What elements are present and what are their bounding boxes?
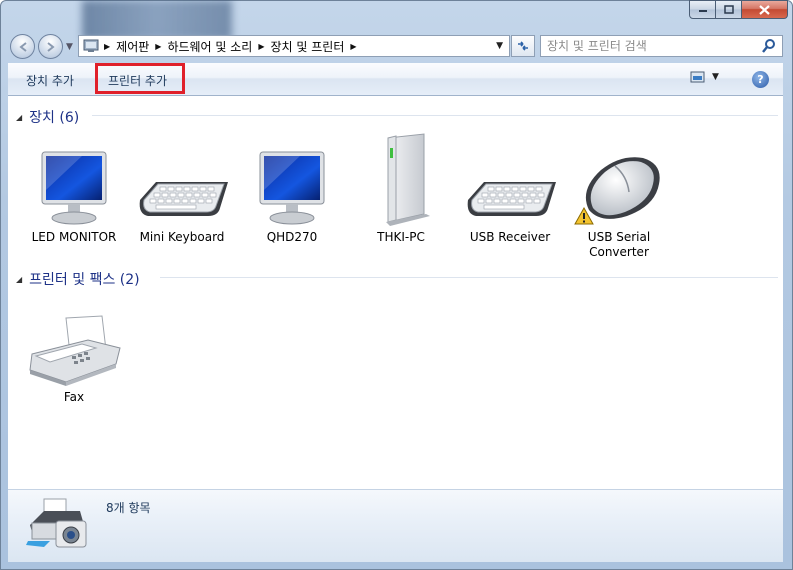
close-button[interactable] [742, 0, 788, 19]
back-button[interactable] [10, 34, 35, 59]
back-arrow-icon [18, 41, 27, 52]
forward-arrow-icon [46, 41, 55, 52]
search-input[interactable] [541, 38, 759, 54]
device-label: USB Serial Converter [587, 230, 651, 259]
address-dropdown-icon[interactable]: ▼ [490, 41, 509, 51]
change-view-button[interactable]: ▼ [690, 70, 719, 84]
device-label: LED MONITOR [31, 230, 117, 244]
help-icon[interactable]: ? [752, 71, 769, 88]
item-count: 8개 항목 [106, 501, 151, 515]
recent-pages-dropdown-icon[interactable]: ▼ [66, 42, 73, 52]
group-title-devices: 장치 (6) [29, 110, 80, 126]
refresh-icon [518, 41, 528, 51]
collapse-triangle-icon[interactable]: ◢ [16, 275, 22, 284]
view-icon [690, 71, 705, 83]
mouse-warning-icon [574, 157, 660, 225]
maximize-button[interactable] [716, 0, 742, 19]
title-bar-blurred [82, 0, 232, 40]
device-led-monitor[interactable]: LED MONITOR [24, 150, 124, 245]
collapse-triangle-icon[interactable]: ◢ [16, 113, 22, 122]
address-bar[interactable]: ▶ 제어판 ▶ 하드웨어 및 소리 ▶ 장치 및 프린터 ▶ ▼ [78, 35, 510, 57]
group-divider [92, 115, 778, 116]
device-label: QHD270 [266, 230, 318, 244]
breadcrumb-separator-icon[interactable]: ▶ [153, 42, 163, 51]
breadcrumb-devices-printers[interactable]: 장치 및 프린터 [267, 38, 349, 55]
details-pane: 8개 항목 [8, 489, 783, 562]
device-mini-keyboard[interactable]: Mini Keyboard [132, 150, 232, 245]
group-header-printers[interactable]: ◢ 프린터 및 팩스 (2) [16, 269, 140, 289]
window-controls [689, 0, 788, 19]
fax-icon [29, 315, 121, 386]
view-dropdown-icon[interactable]: ▼ [712, 72, 719, 82]
search-box[interactable] [540, 35, 783, 57]
group-title-printers: 프린터 및 팩스 (2) [29, 272, 140, 288]
keyboard-icon [139, 182, 228, 216]
printer-camera-icon [26, 498, 87, 548]
device-label: Mini Keyboard [139, 230, 225, 244]
device-usb-receiver[interactable]: USB Receiver [460, 150, 560, 245]
device-label: THKI-PC [377, 230, 425, 244]
printer-fax[interactable]: Fax [24, 314, 124, 405]
add-printer-highlight-box [95, 63, 185, 94]
search-icon[interactable] [761, 38, 777, 54]
device-usb-serial-converter[interactable]: USB Serial Converter [569, 150, 669, 260]
control-panel-icon [83, 39, 99, 52]
minimize-icon [698, 9, 707, 12]
device-thki-pc[interactable]: THKI-PC [351, 132, 451, 245]
breadcrumb-separator-icon[interactable]: ▶ [256, 42, 266, 51]
breadcrumb-control-panel[interactable]: 제어판 [112, 38, 153, 55]
forward-button[interactable] [38, 34, 63, 59]
breadcrumb-separator-icon[interactable]: ▶ [102, 42, 112, 51]
device-label: Fax [63, 390, 85, 404]
breadcrumb-hardware-sound[interactable]: 하드웨어 및 소리 [163, 38, 256, 55]
close-icon [759, 4, 770, 15]
group-header-devices[interactable]: ◢ 장치 (6) [16, 107, 79, 127]
monitor-icon [259, 151, 325, 225]
minimize-button[interactable] [689, 0, 716, 19]
group-divider [160, 277, 778, 278]
device-label: USB Receiver [469, 230, 551, 244]
add-device-button[interactable]: 장치 추가 [26, 64, 74, 96]
device-qhd270[interactable]: QHD270 [242, 150, 342, 245]
maximize-icon [723, 5, 734, 14]
keyboard-icon [467, 182, 556, 216]
breadcrumb-separator-icon[interactable]: ▶ [348, 42, 358, 51]
computer-tower-icon [386, 133, 430, 226]
refresh-button[interactable] [511, 35, 535, 57]
monitor-icon [41, 151, 107, 225]
